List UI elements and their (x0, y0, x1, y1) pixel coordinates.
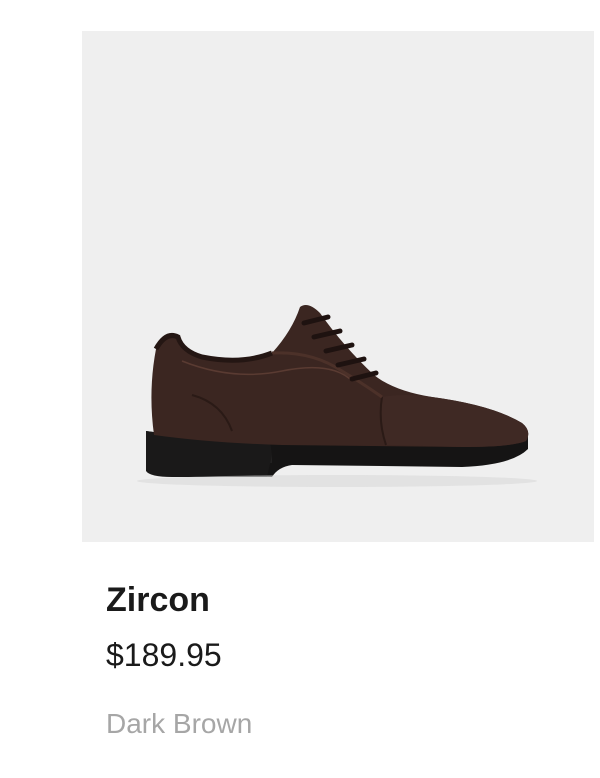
product-card[interactable]: Zircon $189.95 Dark Brown (0, 0, 600, 778)
product-price: $189.95 (106, 637, 222, 673)
product-image[interactable] (82, 31, 594, 542)
shoe-oxford-icon (137, 305, 537, 487)
product-color-name: Dark Brown (106, 708, 253, 739)
product-name[interactable]: Zircon (106, 580, 210, 620)
